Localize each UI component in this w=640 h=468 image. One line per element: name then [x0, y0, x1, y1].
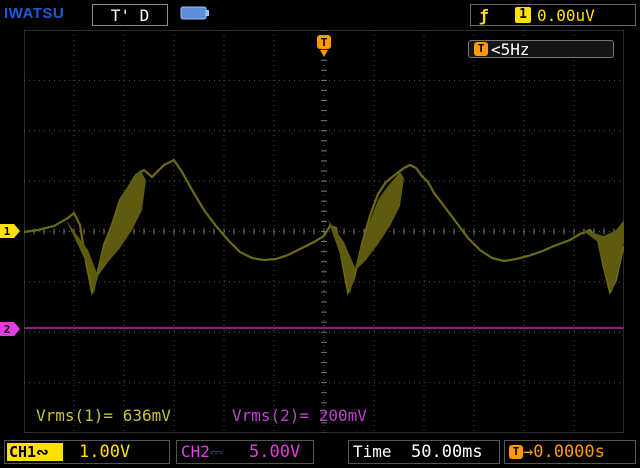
trigger-position-marker[interactable]: T [316, 34, 332, 58]
ch2-scale-panel[interactable]: CH2⎓ 5.00V [176, 440, 314, 464]
ch1-volts-per-div: 1.00V [79, 442, 131, 462]
trigger-delay-icon: T [509, 445, 523, 459]
ch2-label: CH2⎓ [181, 442, 223, 461]
ch2-ground-marker[interactable]: 2 [0, 322, 20, 336]
ch1-rms-measurement: Vrms(1)= 636mV [36, 406, 171, 425]
trigger-delay-value: →0.0000s [523, 442, 605, 462]
ch1-ground-marker[interactable]: 1 [0, 224, 20, 238]
time-label: Time [353, 442, 392, 461]
svg-text:1: 1 [4, 225, 11, 238]
ch1-scale-panel[interactable]: CH1∾ 1.00V [4, 440, 170, 464]
trigger-status-panel[interactable]: ƒ 1 0.00uV [470, 4, 636, 26]
frequency-counter: T <5Hz [468, 40, 614, 59]
battery-icon [180, 6, 209, 20]
ch2-volts-per-div: 5.00V [249, 442, 301, 462]
brand-logo: IWATSU [4, 5, 65, 22]
trigger-level: 0.00uV [537, 6, 595, 25]
svg-text:T: T [321, 36, 328, 49]
svg-text:2: 2 [4, 323, 11, 336]
waveform-display [24, 30, 624, 433]
frequency-value: <5Hz [491, 40, 530, 59]
timebase-panel[interactable]: Time 50.00ms [348, 440, 500, 464]
ch1-label: CH1∾ [7, 443, 63, 461]
trigger-source-badge: 1 [515, 7, 531, 23]
trigger-icon: T [474, 42, 488, 56]
rising-edge-icon: ƒ [479, 6, 489, 25]
ch2-rms-measurement: Vrms(2)= 200mV [232, 406, 367, 425]
trigger-mode-indicator: T' D [92, 4, 168, 26]
trigger-delay-panel[interactable]: T →0.0000s [504, 440, 636, 464]
time-per-div: 50.00ms [411, 442, 483, 462]
